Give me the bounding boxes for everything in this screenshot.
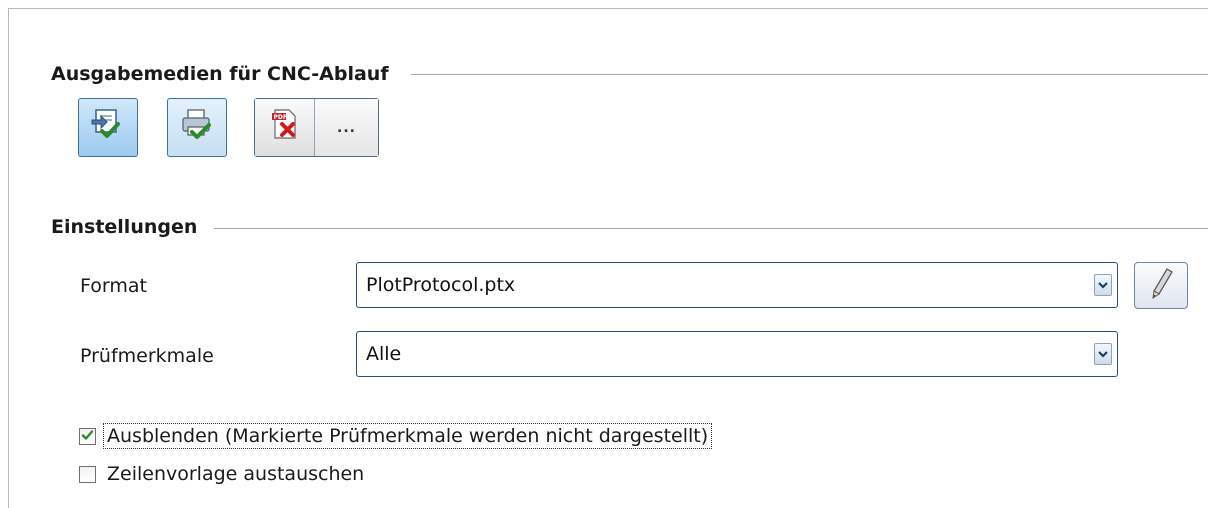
replace-line-template-label[interactable]: Zeilenvorlage austauschen [105, 463, 366, 485]
settings-panel: Ausgabemedien für CNC-Ablauf PDF ... Ein… [8, 8, 1208, 508]
format-label: Format [80, 275, 147, 297]
features-select-value: Alle [366, 343, 402, 365]
features-select[interactable]: Alle [356, 331, 1118, 377]
settings-group-divider [214, 228, 1208, 229]
printer-output-toggle-button[interactable] [167, 98, 227, 157]
hide-features-checkbox-row[interactable]: Ausblenden (Markierte Prüfmerkmale werde… [79, 423, 713, 449]
format-select[interactable]: PlotProtocol.ptx [356, 262, 1118, 308]
hide-features-label[interactable]: Ausblenden (Markierte Prüfmerkmale werde… [102, 423, 713, 449]
output-media-group-title: Ausgabemedien für CNC-Ablauf [51, 63, 389, 85]
edit-format-button[interactable] [1134, 262, 1188, 309]
pdf-remove-icon: PDF [267, 107, 303, 148]
svg-text:PDF: PDF [273, 114, 286, 121]
replace-line-template-checkbox-row[interactable]: Zeilenvorlage austauschen [79, 463, 366, 485]
replace-line-template-checkbox[interactable] [79, 465, 96, 483]
format-select-value: PlotProtocol.ptx [366, 274, 516, 296]
screen-output-toggle-button[interactable] [78, 98, 138, 157]
export-check-icon [90, 107, 126, 148]
pdf-output-toggle-button[interactable]: PDF [255, 99, 315, 156]
chevron-down-icon[interactable] [1094, 343, 1112, 365]
features-label: Prüfmerkmale [80, 345, 214, 367]
checkmark-icon [81, 425, 94, 447]
output-media-group-divider [411, 74, 1208, 75]
printer-check-icon [179, 107, 215, 148]
pdf-options-button[interactable]: ... [315, 99, 378, 156]
pdf-output-split-button[interactable]: PDF ... [254, 98, 379, 157]
pencil-icon [1147, 266, 1175, 305]
hide-features-checkbox[interactable] [79, 425, 96, 447]
chevron-down-icon[interactable] [1094, 274, 1112, 296]
settings-group-title: Einstellungen [51, 216, 198, 238]
